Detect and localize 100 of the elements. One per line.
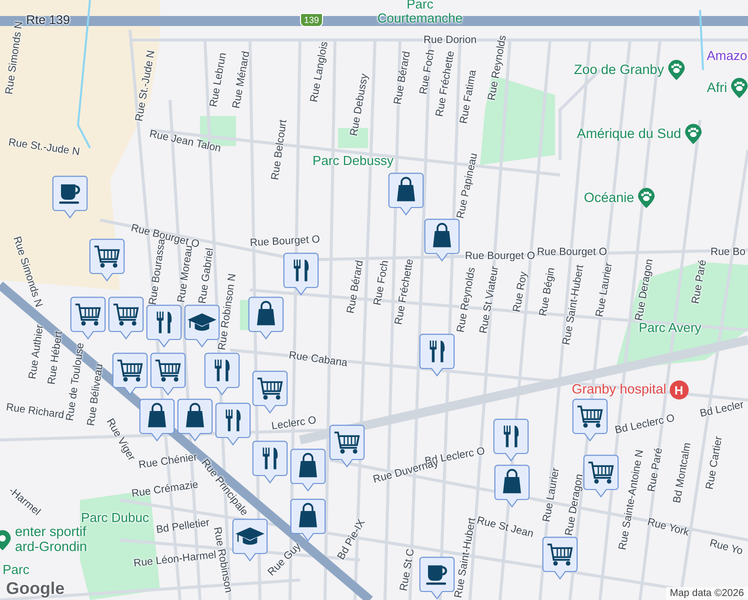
paw-icon[interactable] [730, 77, 748, 99]
street-label: Rue Saint-Hubert [561, 264, 587, 346]
cart-marker[interactable] [583, 454, 619, 498]
cart-icon [547, 544, 573, 566]
street-label: Bd Pelletier [156, 518, 210, 536]
shopping-bag-icon [148, 402, 166, 428]
shopping-bag-marker[interactable] [290, 498, 326, 542]
cart-marker[interactable] [150, 352, 186, 396]
fork-knife-icon [214, 360, 230, 382]
cart-icon [257, 378, 283, 400]
cart-icon [113, 304, 139, 326]
street-label: Rue Fréchette [394, 258, 416, 326]
restaurant-marker[interactable] [215, 402, 251, 446]
street-label: Rue Simonds N [4, 20, 26, 96]
paw-icon[interactable] [684, 123, 704, 145]
street-label: Rue Bourget O [250, 234, 320, 250]
street-label: Rue St Jean [476, 515, 534, 541]
restaurant-marker[interactable] [283, 252, 319, 296]
shopping-bag-marker[interactable] [248, 296, 284, 340]
cart-marker[interactable] [252, 370, 288, 414]
place-label[interactable]: Granby hospital [572, 382, 666, 398]
place-label[interactable]: Océanie [584, 190, 634, 206]
place-label[interactable]: Afri [706, 80, 728, 96]
street-label: Rue St Viateur [478, 265, 502, 335]
place-label[interactable]: enter sportif ard-Grondin [14, 525, 88, 555]
street-label: Rue Cabana [288, 350, 348, 370]
street-label: Rue Deragon [634, 258, 656, 322]
street-label: Rue Ménard [231, 50, 253, 110]
cart-marker[interactable] [542, 536, 578, 580]
cafe-marker[interactable] [419, 556, 455, 600]
restaurant-marker[interactable] [146, 304, 182, 348]
cart-icon [117, 360, 143, 382]
street-label: Rue Simonds N [10, 235, 44, 309]
shopping-bag-marker[interactable] [388, 172, 424, 216]
street-label: Rue Jean Talon [148, 128, 222, 156]
street-label: Rue Bérard [346, 260, 366, 314]
street-label: Rue Debussy [348, 72, 372, 138]
place-label[interactable]: Zoo de Granby [574, 62, 664, 78]
shopping-bag-marker[interactable] [424, 218, 460, 262]
restaurant-marker[interactable] [493, 418, 529, 462]
street-label: Rue de Toulouse [64, 342, 87, 422]
graduation-cap-icon [236, 527, 264, 545]
shopping-bag-marker[interactable] [290, 448, 326, 492]
street-label: Rue Léon-Harmel [133, 550, 217, 570]
street-label: Rue Robinson N [216, 273, 240, 351]
paw-icon[interactable] [667, 59, 686, 81]
street-label: Rue Hébert [46, 330, 66, 386]
graduation-cap-icon [188, 313, 216, 331]
street-label: Rue Béliveau [86, 363, 106, 427]
cart-marker[interactable] [89, 238, 125, 282]
cart-marker[interactable] [108, 296, 144, 340]
place-label[interactable]: Amérique du Sud [576, 126, 682, 142]
paw-icon[interactable] [637, 187, 656, 209]
street-label: Rue Saint-Hubert [453, 517, 478, 599]
cart-marker[interactable] [329, 424, 365, 468]
street-label: Rue Bo [710, 247, 746, 259]
street-label: Rue Langlois [309, 40, 331, 104]
graduation-cap-marker[interactable] [232, 518, 268, 562]
street-label: Rue Lebrun [208, 52, 230, 108]
street-label: Rue Authier [27, 324, 47, 380]
street-label: Rue Fatima [458, 69, 480, 125]
cafe-marker[interactable] [52, 175, 88, 219]
cart-icon [75, 304, 101, 326]
street-label: Bd Montcalm [672, 442, 694, 504]
cart-icon [577, 406, 603, 428]
park-label: Parc Dubuc [81, 510, 149, 526]
map-logo: Google [6, 579, 65, 599]
street-label: Rue Dorion [423, 35, 477, 47]
shopping-bag-icon [299, 452, 317, 478]
street-label: Bd Leclerc O [614, 413, 676, 437]
restaurant-marker[interactable] [419, 333, 455, 377]
place-label: Amazo [706, 48, 748, 64]
cart-marker[interactable] [572, 398, 608, 442]
street-label: Rue Deragon [564, 473, 586, 537]
restaurant-marker[interactable] [204, 352, 240, 396]
shopping-bag-marker[interactable] [494, 464, 530, 508]
cart-icon [334, 432, 360, 454]
cart-icon [588, 462, 614, 484]
shopping-bag-icon [397, 176, 415, 202]
fork-knife-icon [430, 340, 445, 362]
street-label: Rue Richard [5, 402, 65, 422]
shopping-bag-marker[interactable] [177, 398, 213, 442]
cart-marker[interactable] [112, 352, 148, 396]
coffee-cup-icon [59, 184, 80, 204]
park-label: Parc Avery [638, 320, 702, 336]
street-label: Rue St C [398, 548, 418, 592]
street-label: Rue Bourget O [536, 247, 608, 259]
street-label: Rue St.-Jude N [8, 137, 80, 159]
fork-knife-icon [156, 312, 172, 334]
street-label: Rue Reynolds [456, 266, 478, 334]
street-label: Rue Cartier [704, 436, 726, 490]
street-label: Rue St.-Jude N [134, 50, 158, 122]
street-label: Rue Yo [708, 538, 744, 558]
fork-knife-icon [226, 410, 241, 432]
street-label: Rue Bégin [538, 266, 558, 318]
restaurant-marker[interactable] [252, 440, 288, 484]
street-label: Rue Laurier [594, 262, 616, 318]
cart-marker[interactable] [70, 296, 106, 340]
shopping-bag-marker[interactable] [139, 398, 175, 442]
highway-label: Rte 139 [26, 14, 70, 28]
